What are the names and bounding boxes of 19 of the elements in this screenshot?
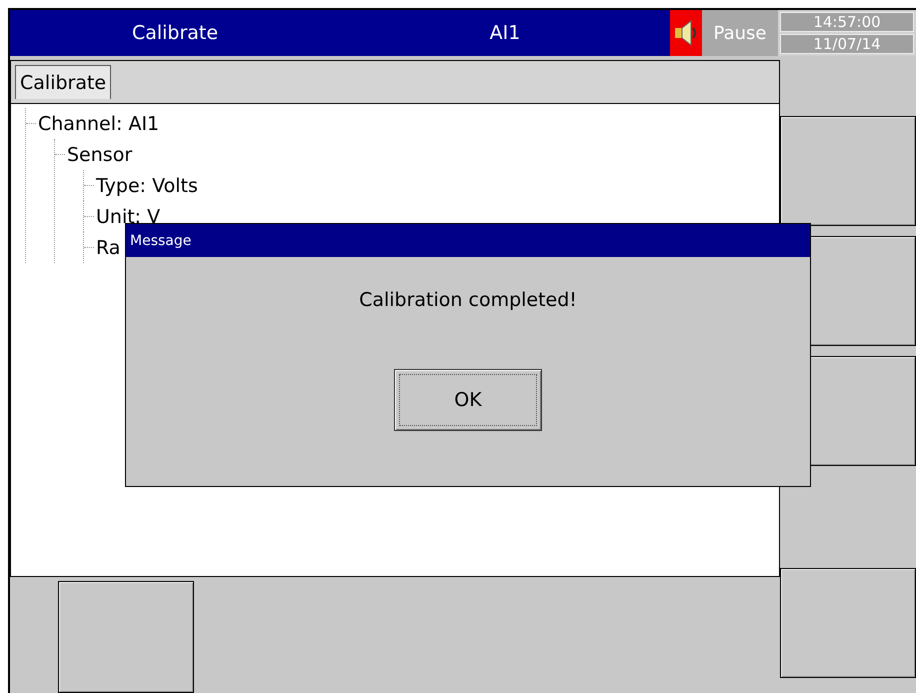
tree-item[interactable]: Unit: V [96,206,160,228]
tree-item[interactable]: Ra [96,236,120,258]
dialog-message: Calibration completed! [358,289,578,311]
soft-key[interactable] [58,581,194,693]
tree-item[interactable]: Channel: AI1 [38,112,160,134]
soft-key[interactable] [780,116,916,226]
dialog-title: Message [130,232,192,248]
status-label: Pause [702,10,778,56]
alarm-indicator[interactable] [670,10,702,56]
screen-title: Calibrate [130,22,220,44]
clock-date: 11/07/14 [780,34,914,54]
ok-button[interactable]: OK [394,369,542,431]
tree-item[interactable]: Type: Volts [96,174,198,196]
channel-name: AI1 [488,22,522,44]
tab[interactable]: Calibrate [15,65,112,99]
tree-item[interactable]: Sensor [67,144,132,166]
soft-key[interactable] [780,568,916,678]
speaker-icon [673,19,699,47]
clock-time: 14:57:00 [780,12,914,32]
